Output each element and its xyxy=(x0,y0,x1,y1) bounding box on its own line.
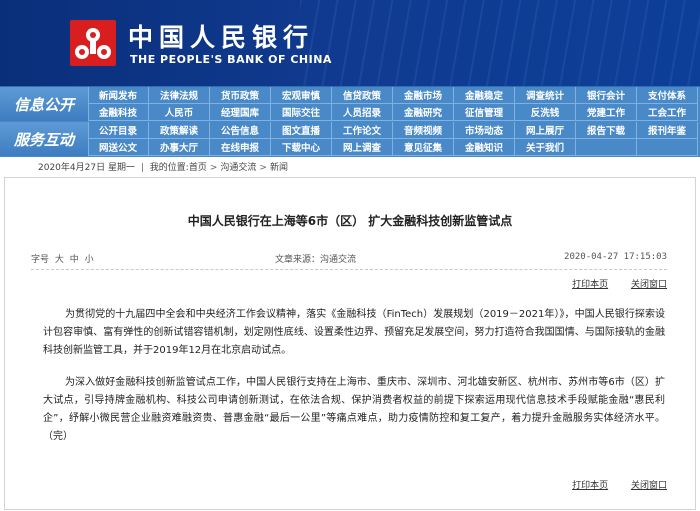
article-panel: 中国人民银行在上海等6市（区） 扩大金融科技创新监管试点 字号 大 中 小 文章… xyxy=(4,177,696,510)
nav-item[interactable]: 音频视频 xyxy=(393,122,454,139)
nav-item[interactable]: 金融知识 xyxy=(454,139,515,156)
nav-item[interactable]: 网送公文 xyxy=(88,139,149,156)
nav-grid-info: 新闻发布 法律法规 货币政策 宏观审慎 信贷政策 金融市场 金融稳定 调查统计 … xyxy=(88,87,700,121)
article-tools-top: 打印本页 关闭窗口 xyxy=(552,277,667,290)
nav-item[interactable]: 国际交往 xyxy=(271,104,332,121)
article-paragraph: 为贯彻党的十九届四中全会和中央经济工作会议精神，落实《金融科技（FinTech）… xyxy=(43,309,665,356)
article-source: 文章来源：沟通交流 xyxy=(275,255,357,265)
font-size-selector: 字号 大 中 小 xyxy=(31,252,97,265)
nav-item[interactable]: 政策解读 xyxy=(149,122,210,139)
print-page-link[interactable]: 打印本页 xyxy=(572,280,608,290)
location-prefix: 我的位置: xyxy=(149,163,189,173)
header-banner: 中国人民银行 THE PEOPLE'S BANK OF CHINA xyxy=(0,0,700,86)
breadcrumb-communication-link[interactable]: 沟通交流 xyxy=(220,163,256,173)
nav-item[interactable]: 下载中心 xyxy=(271,139,332,156)
nav-item[interactable]: 党建工作 xyxy=(576,104,637,121)
print-page-link[interactable]: 打印本页 xyxy=(572,481,608,491)
nav-item[interactable]: 新闻发布 xyxy=(88,87,149,104)
article-tools-bottom: 打印本页 关闭窗口 xyxy=(552,478,667,491)
font-size-large-button[interactable]: 大 xyxy=(55,255,64,265)
nav-section-service-interaction: 服务互动 xyxy=(0,122,89,156)
nav-item[interactable]: 图文直播 xyxy=(271,122,332,139)
nav-item[interactable]: 金融研究 xyxy=(393,104,454,121)
nav-item[interactable]: 征信管理 xyxy=(454,104,515,121)
nav-item[interactable]: 金融科技 xyxy=(88,104,149,121)
page: 中国人民银行 THE PEOPLE'S BANK OF CHINA 信息公开 服… xyxy=(0,0,700,511)
nav-item[interactable]: 市场动态 xyxy=(454,122,515,139)
nav-item[interactable]: 公告信息 xyxy=(210,122,271,139)
nav-item[interactable]: 报刊年鉴 xyxy=(637,122,698,139)
nav-item[interactable]: 报告下载 xyxy=(576,122,637,139)
nav-item[interactable]: 工作论文 xyxy=(332,122,393,139)
nav-item[interactable]: 调查统计 xyxy=(515,87,576,104)
article-paragraph: 为深入做好金融科技创新监管试点工作，中国人民银行支持在上海市、重庆市、深圳市、河… xyxy=(43,377,665,442)
nav-item[interactable]: 人民币 xyxy=(149,104,210,121)
article-meta: 字号 大 中 小 文章来源：沟通交流 2020-04-27 17:15:03 xyxy=(31,252,667,266)
meta-divider xyxy=(31,269,667,270)
nav-item[interactable]: 办事大厅 xyxy=(149,139,210,156)
banner-decoration xyxy=(300,0,700,86)
nav-item[interactable]: 支付体系 xyxy=(637,87,698,104)
nav-item[interactable]: 在线申报 xyxy=(210,139,271,156)
article-datetime: 2020-04-27 17:15:03 xyxy=(564,252,667,262)
nav-item[interactable]: 人员招录 xyxy=(332,104,393,121)
main-navigation: 信息公开 服务互动 新闻发布 法律法规 货币政策 宏观审慎 信贷政策 金融市场 … xyxy=(0,86,700,157)
nav-item[interactable]: 关于我们 xyxy=(515,139,576,156)
font-size-small-button[interactable]: 小 xyxy=(85,255,94,265)
bank-name-cn[interactable]: 中国人民银行 xyxy=(128,18,314,54)
nav-item[interactable]: 网上展厅 xyxy=(515,122,576,139)
nav-item[interactable]: 意见征集 xyxy=(393,139,454,156)
article-title: 中国人民银行在上海等6市（区） 扩大金融科技创新监管试点 xyxy=(187,214,513,228)
current-date: 2020年4月27日 xyxy=(38,163,106,173)
nav-item[interactable]: 法律法规 xyxy=(149,87,210,104)
close-window-link[interactable]: 关闭窗口 xyxy=(631,280,667,290)
nav-item-empty xyxy=(637,139,698,156)
nav-item[interactable]: 银行会计 xyxy=(576,87,637,104)
nav-item[interactable]: 反洗钱 xyxy=(515,104,576,121)
current-weekday: 星期一 xyxy=(107,163,135,173)
nav-item[interactable]: 公开目录 xyxy=(88,122,149,139)
breadcrumb-news-link[interactable]: 新闻 xyxy=(270,163,288,173)
close-window-link[interactable]: 关闭窗口 xyxy=(631,481,667,491)
nav-item[interactable]: 宏观审慎 xyxy=(271,87,332,104)
nav-grid-service: 公开目录 政策解读 公告信息 图文直播 工作论文 音频视频 市场动态 网上展厅 … xyxy=(88,122,700,156)
pboc-logo-icon[interactable] xyxy=(68,18,118,68)
breadcrumb: 2020年4月27日 星期一 | 我的位置:首页 > 沟通交流 > 新闻 xyxy=(38,163,288,173)
nav-item[interactable]: 经理国库 xyxy=(210,104,271,121)
nav-item[interactable]: 金融市场 xyxy=(393,87,454,104)
font-size-medium-button[interactable]: 中 xyxy=(70,255,79,265)
nav-section-info-disclosure: 信息公开 xyxy=(0,87,89,121)
nav-item[interactable]: 信贷政策 xyxy=(332,87,393,104)
nav-item[interactable]: 工会工作 xyxy=(637,104,698,121)
nav-item[interactable]: 金融稳定 xyxy=(454,87,515,104)
bank-name-en: THE PEOPLE'S BANK OF CHINA xyxy=(130,53,332,66)
nav-item[interactable]: 货币政策 xyxy=(210,87,271,104)
breadcrumb-home-link[interactable]: 首页 xyxy=(189,163,207,173)
font-size-label: 字号 xyxy=(31,255,50,265)
nav-item-empty xyxy=(576,139,637,156)
nav-item[interactable]: 网上调查 xyxy=(332,139,393,156)
